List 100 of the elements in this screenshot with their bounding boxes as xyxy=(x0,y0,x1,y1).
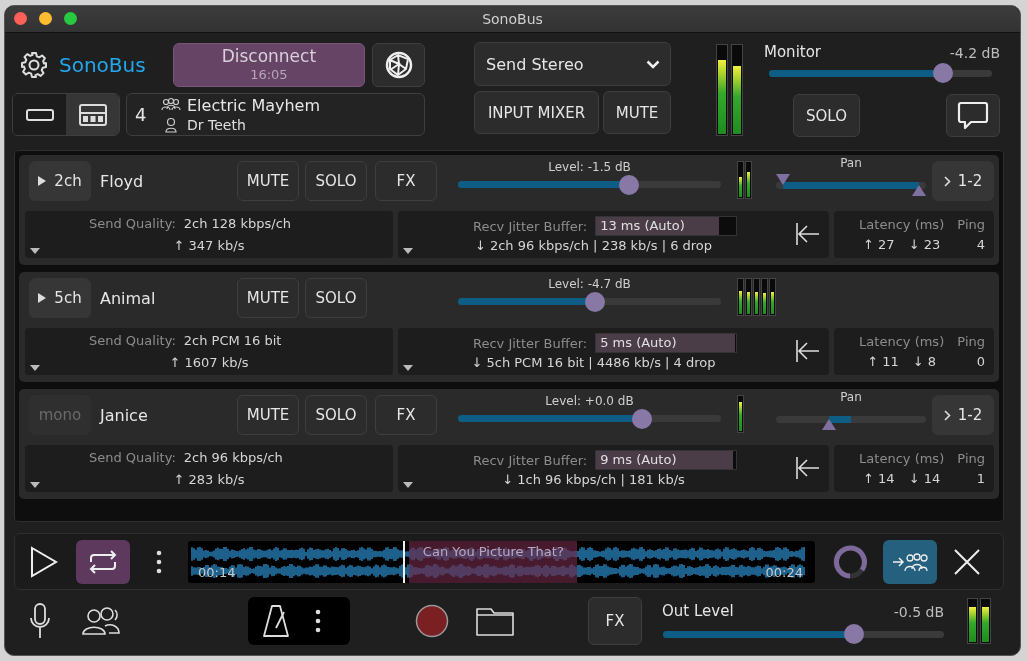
dropdown-arrow-icon[interactable] xyxy=(403,482,413,488)
send-rate: ↑ 347 kb/s xyxy=(172,238,246,253)
jitter-buffer-field[interactable]: 13 ms (Auto) xyxy=(595,216,738,236)
metronome-button[interactable] xyxy=(263,604,289,638)
grid-panel-icon xyxy=(78,103,107,126)
level-meter xyxy=(967,598,991,644)
fx-button[interactable]: FX xyxy=(588,597,642,645)
ping-label: Ping xyxy=(957,334,985,349)
level-slider[interactable] xyxy=(769,65,992,81)
window-minimize-button[interactable] xyxy=(39,12,52,25)
play-button[interactable] xyxy=(30,545,58,578)
latency-label: Latency (ms) xyxy=(858,217,946,232)
folder-button[interactable] xyxy=(476,605,514,637)
globe-icon xyxy=(383,50,414,80)
window-close-button[interactable] xyxy=(14,12,27,25)
loop-button[interactable] xyxy=(76,539,130,584)
jitter-label: Recv Jitter Buffer: xyxy=(473,335,588,351)
playhead[interactable] xyxy=(403,540,406,583)
chat-icon xyxy=(957,100,989,131)
mute-button[interactable]: MUTE xyxy=(603,91,671,134)
disconnect-button[interactable]: Disconnect 16:05 xyxy=(172,43,365,87)
send-quality-label: Send Quality: xyxy=(89,333,176,348)
metronome-icon xyxy=(263,604,289,638)
group-name: Electric Mayhem xyxy=(187,94,321,116)
latency-label: Latency (ms) xyxy=(858,334,946,349)
level-slider[interactable] xyxy=(663,626,944,642)
ping-label: Ping xyxy=(957,451,985,466)
output-button[interactable]: 1-2 xyxy=(932,161,994,201)
receive-info: ↓ 2ch 96 kbps/ch | 238 kb/s | 6 drop xyxy=(473,238,714,253)
time-start: 00:14 xyxy=(198,564,236,580)
people-icon xyxy=(81,606,123,636)
people-button[interactable] xyxy=(81,606,123,636)
dropdown-arrow-icon[interactable] xyxy=(30,365,40,371)
send-quality-label: Send Quality: xyxy=(89,216,176,231)
reset-arrow-icon[interactable] xyxy=(795,339,821,363)
jitter-buffer-field[interactable]: 5 ms (Auto) xyxy=(595,333,738,353)
globe-button[interactable] xyxy=(372,43,425,87)
pan-label: Pan xyxy=(839,390,863,404)
dropdown-arrow-icon[interactable] xyxy=(403,248,413,254)
level-label: Level: -1.5 dB xyxy=(547,159,632,174)
channel-button[interactable]: 2ch xyxy=(29,161,91,201)
dropdown-arrow-icon[interactable] xyxy=(403,365,413,371)
chat-button[interactable] xyxy=(946,94,1000,137)
out-level-label: Out Level xyxy=(662,602,734,620)
more-icon[interactable] xyxy=(315,609,321,633)
latency-up: ↑ 14 xyxy=(863,471,895,486)
send-quality-value: 2ch 96 kbps/ch xyxy=(183,450,283,465)
peer-mute-button[interactable]: MUTE xyxy=(237,161,299,201)
ping-value: 0 xyxy=(975,354,985,369)
layout-button[interactable] xyxy=(66,94,119,135)
send-to-group-button[interactable] xyxy=(883,539,937,584)
time-end: 00:24 xyxy=(765,564,803,580)
send-quality-value: 2ch 128 kbps/ch xyxy=(183,216,292,231)
dropdown-arrow-icon[interactable] xyxy=(30,248,40,254)
microphone-button[interactable] xyxy=(29,603,51,639)
send-rate: ↑ 283 kb/s xyxy=(172,472,246,487)
level-slider[interactable] xyxy=(458,293,721,310)
peer-mute-button[interactable]: MUTE xyxy=(237,278,299,318)
level-slider[interactable] xyxy=(458,176,721,193)
dropdown-arrow-icon[interactable] xyxy=(30,482,40,488)
ping-value: 1 xyxy=(975,471,985,486)
latency-label: Latency (ms) xyxy=(858,451,946,466)
reset-arrow-icon[interactable] xyxy=(795,222,821,246)
level-label: Level: -4.7 dB xyxy=(547,276,632,291)
peer-solo-button[interactable]: SOLO xyxy=(305,278,367,318)
level-meter xyxy=(737,395,744,433)
person-icon xyxy=(164,116,178,133)
reset-arrow-icon[interactable] xyxy=(795,456,821,480)
window-title: SonoBus xyxy=(482,11,543,27)
latency-down: ↓ 8 xyxy=(912,354,937,369)
send-mode-dropdown[interactable]: Send Stereo xyxy=(474,42,671,86)
peer-fx-button[interactable]: FX xyxy=(375,161,437,201)
more-icon[interactable] xyxy=(156,549,162,574)
solo-button[interactable]: SOLO xyxy=(793,94,860,137)
latency-down: ↓ 14 xyxy=(908,471,941,486)
level-meter xyxy=(737,161,752,199)
peer-solo-button[interactable]: SOLO xyxy=(305,161,367,201)
group-icon xyxy=(161,96,181,111)
close-button[interactable] xyxy=(953,547,981,576)
chevron-down-icon xyxy=(646,59,660,69)
record-button[interactable] xyxy=(415,604,449,638)
chevron-right-icon xyxy=(943,175,951,187)
close-icon xyxy=(953,547,981,576)
send-to-group-icon xyxy=(892,550,928,573)
level-meter xyxy=(737,278,776,316)
send-quality-label: Send Quality: xyxy=(89,450,176,465)
peer-name: Janice xyxy=(100,405,149,425)
jitter-label: Recv Jitter Buffer: xyxy=(473,452,588,468)
window-zoom-button[interactable] xyxy=(64,12,77,25)
send-quality-value: 2ch PCM 16 bit xyxy=(183,333,282,348)
jitter-label: Recv Jitter Buffer: xyxy=(473,218,588,234)
channel-button[interactable]: 5ch xyxy=(29,278,91,318)
progress-ring-icon xyxy=(832,543,868,580)
out-level-reading: -0.5 dB xyxy=(893,604,944,620)
level-slider[interactable] xyxy=(458,410,721,427)
latency-up: ↑ 11 xyxy=(867,354,899,369)
settings-icon[interactable] xyxy=(20,51,48,79)
app-name: SonoBus xyxy=(59,53,147,77)
play-icon xyxy=(30,545,58,578)
input-mixer-button[interactable]: INPUT MIXER xyxy=(474,91,599,134)
